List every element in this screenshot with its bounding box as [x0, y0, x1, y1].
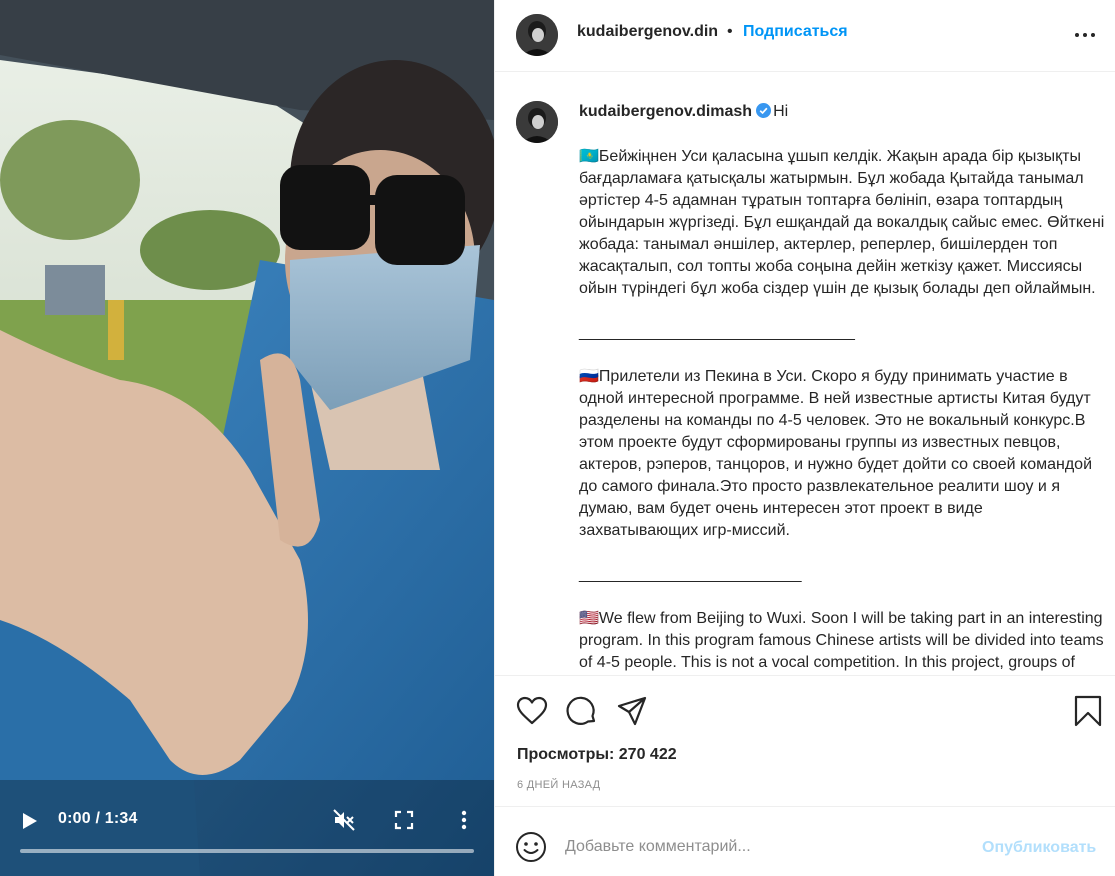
verified-icon — [756, 103, 772, 118]
header-username[interactable]: kudaibergenov.din — [577, 23, 718, 41]
views-count[interactable]: Просмотры: 270 422 — [517, 746, 677, 764]
more-horizontal-icon[interactable] — [1073, 24, 1097, 46]
post-header: kudaibergenov.din • Подписаться — [495, 0, 1115, 72]
fullscreen-icon[interactable] — [394, 810, 414, 830]
video-player[interactable]: 0:00 / 1:34 — [0, 0, 494, 876]
avatar[interactable] — [516, 14, 558, 56]
caption-greeting: Hi — [773, 103, 789, 120]
caption-separator: _________________________ — [579, 566, 802, 583]
comment-icon[interactable] — [565, 694, 599, 728]
post-actions: Просмотры: 270 422 6 ДНЕЙ НАЗАД Опублико… — [495, 675, 1115, 876]
video-frame — [0, 0, 494, 876]
heart-icon[interactable] — [515, 694, 549, 728]
mute-icon[interactable] — [332, 808, 356, 832]
post-caption: kudaibergenov.dimash Hi 🇰🇿Бейжіңнен Уси … — [495, 73, 1115, 675]
caption-separator: _______________________________ — [579, 324, 855, 341]
bookmark-icon[interactable] — [1071, 694, 1105, 728]
emoji-icon[interactable] — [515, 831, 547, 863]
avatar[interactable] — [516, 101, 558, 143]
caption-kz-text: 🇰🇿Бейжіңнен Уси қаласына ұшып келдік. Жа… — [579, 148, 1105, 297]
video-time: 0:00 / 1:34 — [58, 810, 138, 827]
post-comment-button[interactable]: Опубликовать — [982, 839, 1096, 857]
caption-ru-text: 🇷🇺Прилетели из Пекина в Уси. Скоро я буд… — [579, 368, 1093, 539]
comment-input[interactable] — [565, 833, 965, 861]
caption-en-text: 🇺🇸We flew from Beijing to Wuxi. Soon I w… — [579, 610, 1104, 671]
header-separator: • — [727, 23, 733, 40]
follow-button[interactable]: Подписаться — [743, 23, 848, 41]
comment-form: Опубликовать — [495, 806, 1115, 876]
video-progress-bar[interactable] — [20, 849, 474, 853]
play-icon[interactable] — [18, 810, 40, 832]
caption-body: 🇰🇿Бейжіңнен Уси қаласына ұшып келдік. Жа… — [579, 146, 1105, 675]
post-sidebar: kudaibergenov.din • Подписаться kudaiber… — [494, 0, 1115, 876]
video-controls: 0:00 / 1:34 — [0, 795, 494, 876]
more-vertical-icon[interactable] — [456, 808, 472, 832]
caption-header: kudaibergenov.dimash Hi — [579, 103, 788, 121]
share-icon[interactable] — [615, 694, 649, 728]
caption-author[interactable]: kudaibergenov.dimash — [579, 103, 752, 120]
post-date[interactable]: 6 ДНЕЙ НАЗАД — [517, 779, 600, 791]
